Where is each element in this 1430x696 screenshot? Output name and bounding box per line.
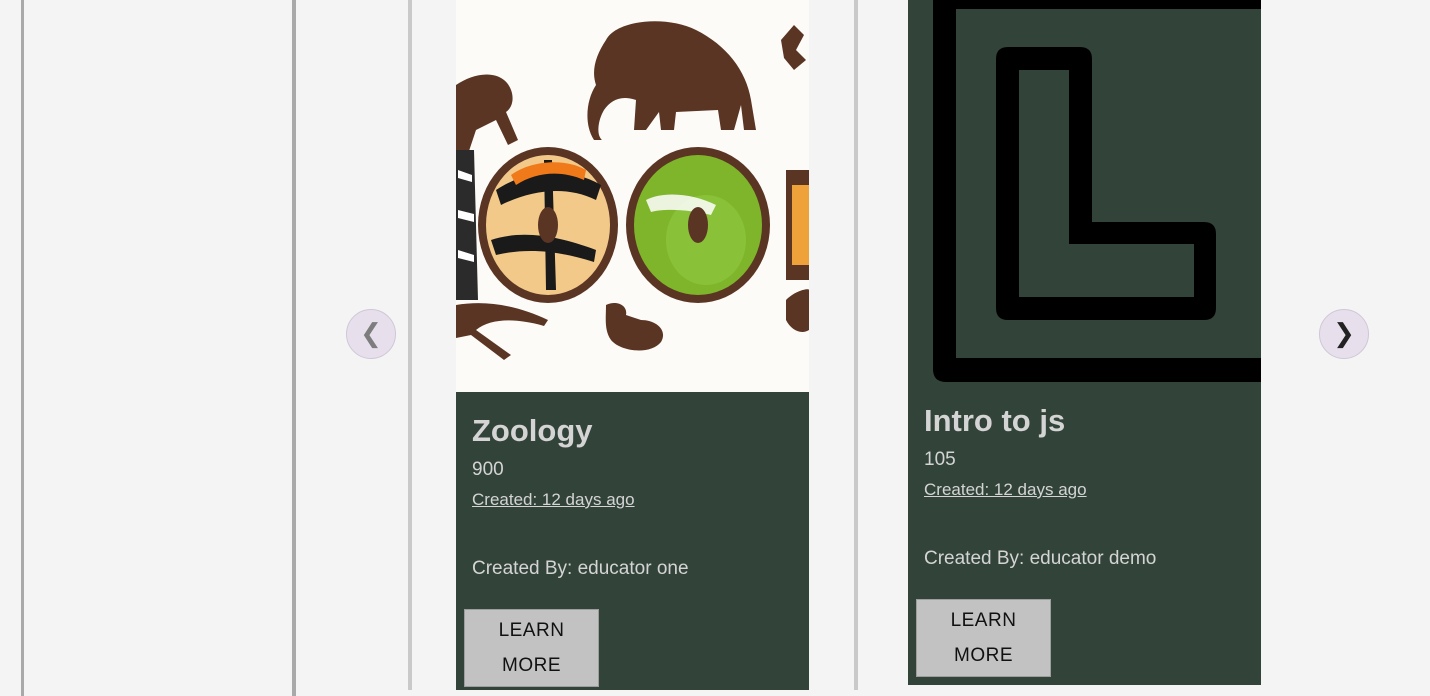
- course-card: Zoology 900 Created: 12 days ago Created…: [456, 0, 809, 690]
- left-panel-border: [21, 0, 24, 696]
- course-card: Intro to js 105 Created: 12 days ago Cre…: [908, 0, 1261, 685]
- course-number: 105: [924, 449, 956, 470]
- carousel-card-separator: [854, 0, 858, 690]
- course-image: [456, 0, 809, 392]
- learn-more-line1: LEARN: [950, 610, 1017, 631]
- zoology-animals-image: [456, 0, 809, 392]
- created-date-link[interactable]: Created: 12 days ago: [924, 480, 1087, 500]
- carousel-next-button[interactable]: ❯: [1319, 309, 1369, 359]
- learn-more-button[interactable]: LEARN MORE: [464, 609, 599, 687]
- chevron-left-icon: ❮: [360, 319, 382, 349]
- carousel-prev-button[interactable]: ❮: [346, 309, 396, 359]
- chevron-right-icon: ❯: [1333, 319, 1355, 349]
- created-date-link[interactable]: Created: 12 days ago: [472, 490, 635, 510]
- carousel-track-left-border: [408, 0, 412, 690]
- course-title: Intro to js: [924, 403, 1066, 438]
- learn-more-line2: MORE: [954, 645, 1013, 666]
- course-title: Zoology: [472, 413, 593, 448]
- course-author: Created By: educator one: [472, 558, 689, 579]
- course-number: 900: [472, 459, 504, 480]
- left-panel-divider: [292, 0, 296, 696]
- learn-more-line1: LEARN: [498, 620, 565, 641]
- letter-l-logo-image: [908, 0, 1261, 382]
- learn-more-button[interactable]: LEARN MORE: [916, 599, 1051, 677]
- course-author: Created By: educator demo: [924, 548, 1157, 569]
- learn-more-line2: MORE: [502, 655, 561, 676]
- course-image: [908, 0, 1261, 382]
